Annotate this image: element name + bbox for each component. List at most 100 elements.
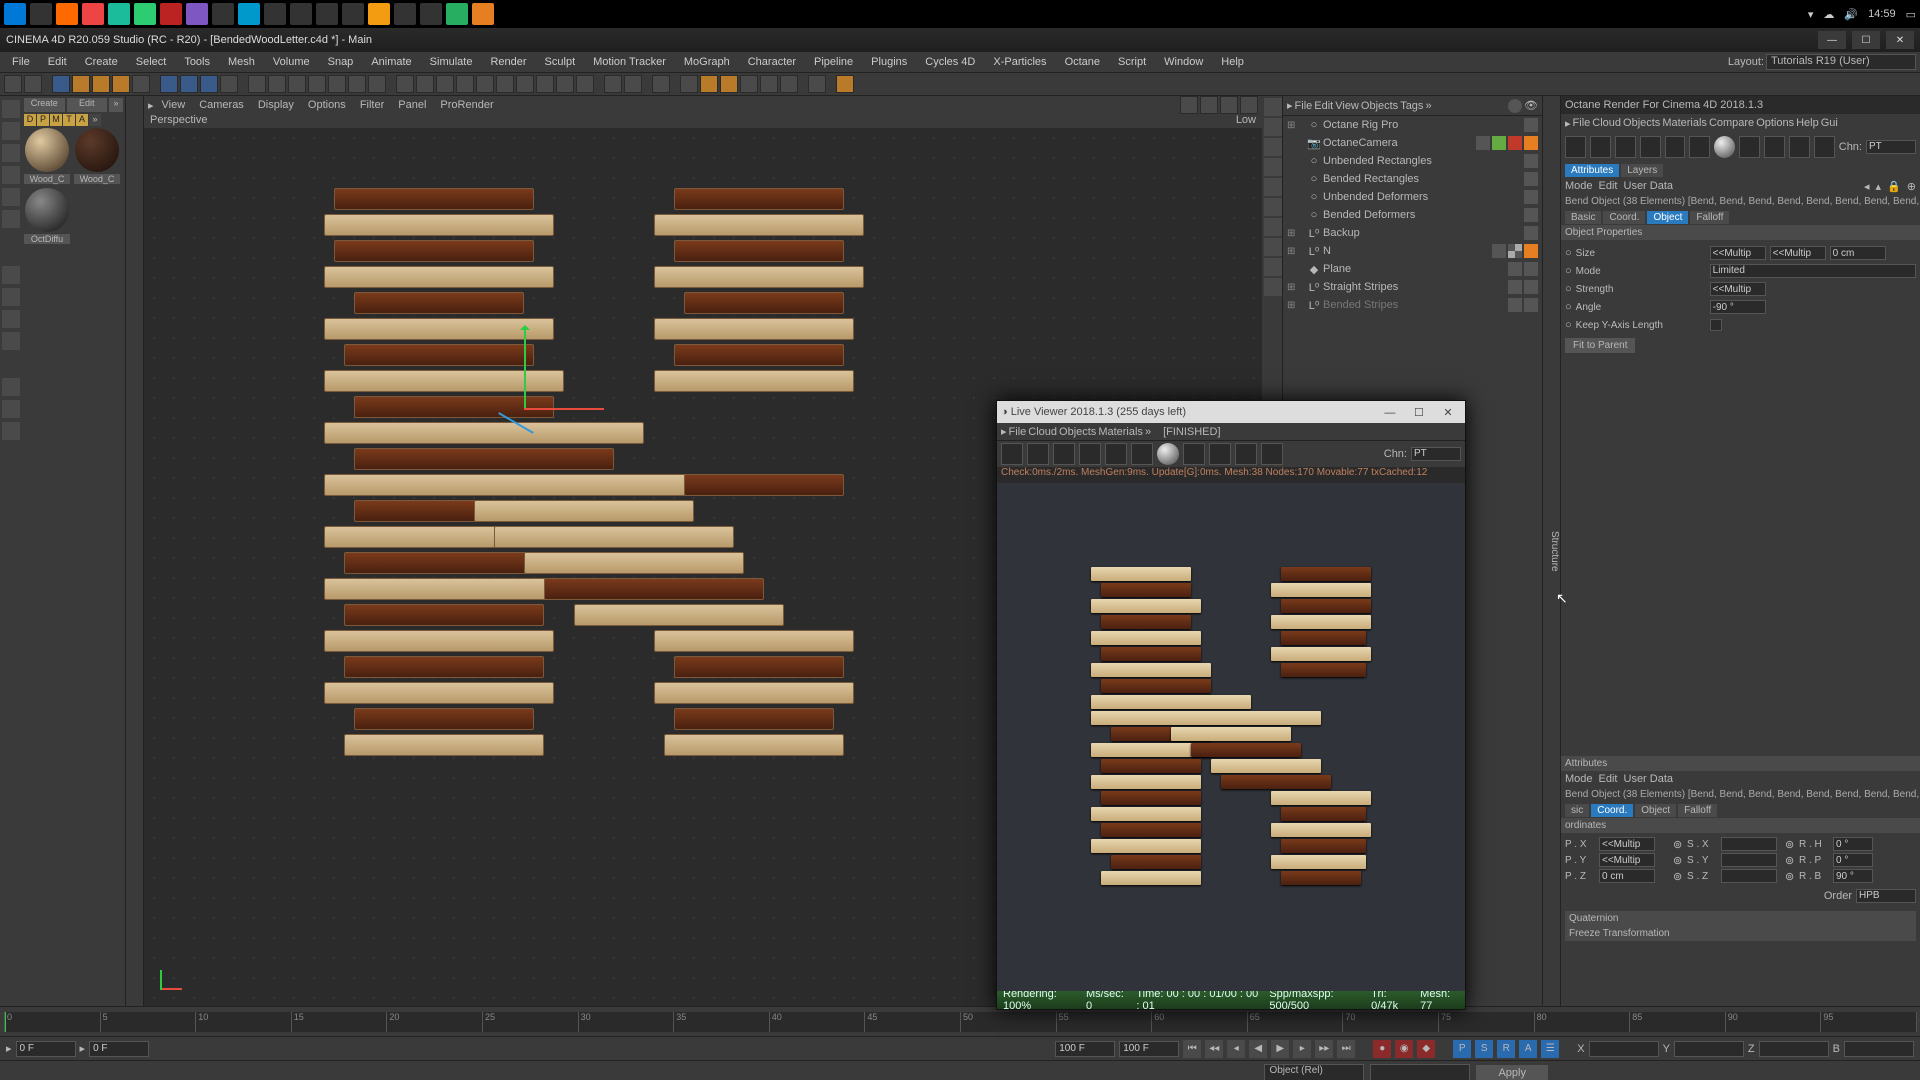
vp-tool-icon[interactable] bbox=[1264, 218, 1282, 236]
toolbar-btn[interactable] bbox=[288, 75, 306, 93]
toolbar-btn[interactable] bbox=[368, 75, 386, 93]
range-end-b-input[interactable] bbox=[1119, 1041, 1179, 1057]
vis-tag-icon[interactable] bbox=[1524, 118, 1538, 132]
input-px[interactable] bbox=[1599, 837, 1655, 851]
toolbar-btn[interactable] bbox=[308, 75, 326, 93]
prop-anim-icon[interactable]: ○ bbox=[1565, 301, 1572, 313]
toolbar-btn[interactable] bbox=[808, 75, 826, 93]
input-rh[interactable] bbox=[1833, 837, 1873, 851]
om-item[interactable]: ○Bended Rectangles bbox=[1283, 170, 1542, 188]
lv-titlebar[interactable]: ◑ Live Viewer 2018.1.3 (255 days left) —… bbox=[997, 401, 1465, 423]
vis-tag-icon[interactable] bbox=[1524, 190, 1538, 204]
toolbar-btn[interactable] bbox=[456, 75, 474, 93]
menu-octane[interactable]: Octane bbox=[1057, 54, 1108, 70]
lv-render-view[interactable] bbox=[997, 483, 1465, 991]
mat-filter-m[interactable]: M bbox=[50, 114, 62, 126]
al-tab-falloff[interactable]: Falloff bbox=[1678, 804, 1717, 817]
vp-menu-cameras[interactable]: Cameras bbox=[193, 97, 250, 113]
lv-menu-objects[interactable]: Objects bbox=[1059, 426, 1096, 438]
prop-anim-icon[interactable]: ○ bbox=[1565, 247, 1572, 259]
menu-render[interactable]: Render bbox=[482, 54, 534, 70]
toolbar-btn[interactable] bbox=[132, 75, 150, 93]
toolbar-live-select-icon[interactable] bbox=[52, 75, 70, 93]
toolbar-btn[interactable] bbox=[396, 75, 414, 93]
al-menu-edit[interactable]: Edit bbox=[1599, 773, 1618, 785]
vp-tool-icon[interactable] bbox=[1264, 178, 1282, 196]
toolbar-btn[interactable] bbox=[476, 75, 494, 93]
input-sy[interactable] bbox=[1721, 853, 1777, 867]
autokey-button[interactable]: ◉ bbox=[1395, 1040, 1413, 1058]
om-menu-file[interactable]: File bbox=[1295, 100, 1313, 112]
om-menu-objects[interactable]: Objects bbox=[1361, 100, 1398, 112]
vp-tool-icon[interactable] bbox=[1264, 118, 1282, 136]
prop-anim-icon[interactable]: ○ bbox=[1565, 265, 1572, 277]
subtab-coord[interactable]: Coord. bbox=[1603, 211, 1645, 224]
vis-tag-icon[interactable] bbox=[1476, 136, 1490, 150]
oct-chn-select[interactable]: PT bbox=[1866, 140, 1916, 154]
taskbar-app-icon[interactable] bbox=[134, 3, 156, 25]
coord-x-input[interactable] bbox=[1589, 1041, 1659, 1057]
lv-refresh-icon[interactable] bbox=[1027, 443, 1049, 465]
al-tab-object[interactable]: Object bbox=[1635, 804, 1676, 817]
prev-frame-button[interactable]: ◂ bbox=[1227, 1040, 1245, 1058]
input-pz[interactable] bbox=[1599, 869, 1655, 883]
record-button[interactable]: ● bbox=[1373, 1040, 1391, 1058]
order-select[interactable]: HPB bbox=[1856, 889, 1916, 903]
lv-maximize-button[interactable]: ☐ bbox=[1406, 406, 1432, 419]
coord-y-input[interactable] bbox=[1674, 1041, 1744, 1057]
taskbar-app-icon[interactable] bbox=[30, 3, 52, 25]
menu-volume[interactable]: Volume bbox=[265, 54, 318, 70]
mat-filter-p[interactable]: P bbox=[37, 114, 49, 126]
toolbar-scale-icon[interactable] bbox=[92, 75, 110, 93]
key-rot-button[interactable]: R bbox=[1497, 1040, 1515, 1058]
taskbar-app-icon[interactable] bbox=[4, 3, 26, 25]
taskbar-app-icon[interactable] bbox=[472, 3, 494, 25]
taskbar-app-icon[interactable] bbox=[316, 3, 338, 25]
vis-tag-icon[interactable] bbox=[1524, 154, 1538, 168]
attrs-lock-icon[interactable]: 🔒 bbox=[1887, 180, 1901, 193]
key-pos-button[interactable]: P bbox=[1453, 1040, 1471, 1058]
step-back-button[interactable]: ◂◂ bbox=[1205, 1040, 1223, 1058]
toolbar-btn[interactable] bbox=[680, 75, 698, 93]
toolbar-btn[interactable] bbox=[604, 75, 622, 93]
vis-tag-icon[interactable] bbox=[1508, 298, 1522, 312]
oct-preview-sphere-icon[interactable] bbox=[1714, 136, 1735, 158]
toolbar-btn[interactable] bbox=[516, 75, 534, 93]
toolbar-btn[interactable] bbox=[348, 75, 366, 93]
menu-create[interactable]: Create bbox=[77, 54, 126, 70]
menu-script[interactable]: Script bbox=[1110, 54, 1154, 70]
toolbar-coord-icon[interactable] bbox=[220, 75, 238, 93]
mode-point-icon[interactable] bbox=[2, 166, 20, 184]
mat-filter-t[interactable]: T bbox=[63, 114, 75, 126]
attrs-nav-back-icon[interactable]: ◂ bbox=[1864, 180, 1870, 193]
material-item[interactable]: OctDiffu bbox=[24, 188, 70, 244]
taskbar-app-icon[interactable] bbox=[108, 3, 130, 25]
mat-create-button[interactable]: Create bbox=[24, 98, 65, 112]
lv-focus-icon[interactable] bbox=[1261, 443, 1283, 465]
lv-pause-icon[interactable] bbox=[1053, 443, 1075, 465]
om-search-icon[interactable] bbox=[1508, 99, 1522, 113]
vp-tool-icon[interactable] bbox=[1264, 158, 1282, 176]
vp-menu-panel[interactable]: Panel bbox=[392, 97, 432, 113]
quaternion-section[interactable]: Quaternion bbox=[1565, 911, 1916, 926]
menu-file[interactable]: File bbox=[4, 54, 38, 70]
toolbar-redo-icon[interactable] bbox=[24, 75, 42, 93]
vp-menu-options[interactable]: Options bbox=[302, 97, 352, 113]
om-menu-edit[interactable]: Edit bbox=[1314, 100, 1333, 112]
range-start-input[interactable] bbox=[16, 1041, 76, 1057]
minimize-button[interactable]: — bbox=[1818, 31, 1846, 49]
tray-cloud-icon[interactable]: ☁ bbox=[1823, 8, 1834, 21]
active-camera-icon[interactable] bbox=[1492, 136, 1506, 150]
vp-nav-zoom-icon[interactable] bbox=[1200, 96, 1218, 114]
prop-size-x-input[interactable] bbox=[1710, 246, 1766, 260]
taskbar-app-icon[interactable] bbox=[342, 3, 364, 25]
mode-model-icon[interactable] bbox=[2, 100, 20, 118]
lv-region2-icon[interactable] bbox=[1209, 443, 1231, 465]
current-frame-input[interactable] bbox=[89, 1041, 149, 1057]
prop-strength-input[interactable] bbox=[1710, 282, 1766, 296]
mode-btn[interactable] bbox=[2, 288, 20, 306]
menu-edit[interactable]: Edit bbox=[40, 54, 75, 70]
menu-window[interactable]: Window bbox=[1156, 54, 1211, 70]
mat-edit-button[interactable]: Edit bbox=[67, 98, 108, 112]
taskbar-app-icon[interactable] bbox=[264, 3, 286, 25]
